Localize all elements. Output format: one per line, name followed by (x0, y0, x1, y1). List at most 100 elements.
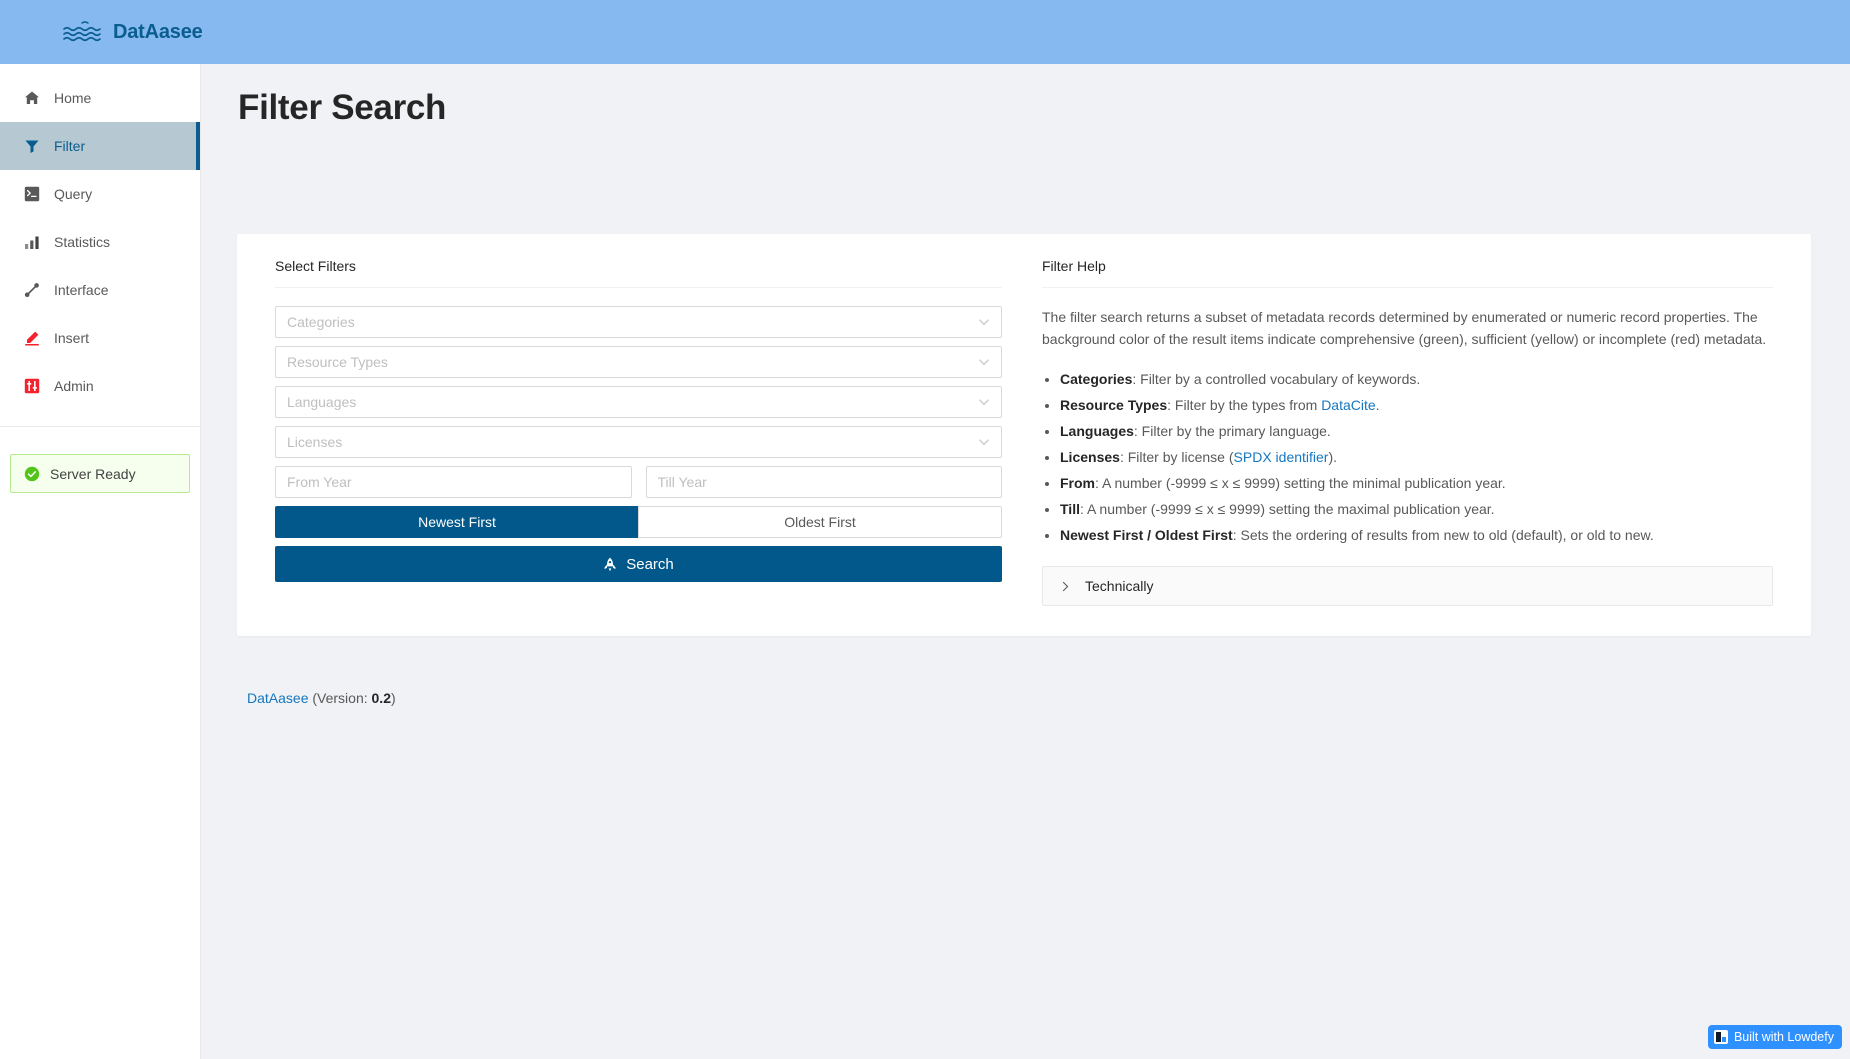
sort-order-segmented: Newest First Oldest First (275, 506, 1002, 538)
status-badge: Server Ready (10, 454, 190, 493)
sidebar-item-filter[interactable]: Filter (0, 122, 200, 170)
help-text: : Filter by the primary language. (1133, 423, 1331, 439)
page-title: Filter Search (238, 88, 447, 127)
technically-accordion-label: Technically (1085, 578, 1154, 594)
footer-version-suffix: ) (390, 690, 396, 706)
help-text: : Filter by license ( (1119, 449, 1234, 465)
categories-select[interactable]: Categories (275, 306, 1002, 338)
sidebar-item-label: Admin (54, 378, 94, 394)
help-text: : Filter by the types from (1167, 397, 1322, 413)
built-with-lowdefy-badge[interactable]: Built with Lowdefy (1707, 1025, 1842, 1049)
search-button[interactable]: Search (275, 546, 1002, 582)
chevron-down-icon (978, 396, 990, 408)
app-root: DatAasee Home Filter Query Statistics In… (0, 0, 1850, 1059)
list-item: Licenses: Filter by license (SPDX identi… (1060, 446, 1773, 468)
sidebar-item-statistics[interactable]: Statistics (0, 218, 200, 266)
waves-icon (63, 21, 101, 42)
main-content: Filter Search Select Filters Categories … (201, 64, 1850, 1059)
console-icon (23, 185, 41, 203)
help-term: Newest First / Oldest First (1060, 527, 1233, 543)
licenses-select-placeholder: Licenses (287, 434, 343, 450)
till-year-input[interactable] (645, 466, 1002, 498)
help-text-after: ). (1328, 449, 1338, 465)
newest-first-button[interactable]: Newest First (275, 506, 638, 538)
funnel-icon (23, 137, 41, 155)
sidebar-item-label: Insert (54, 330, 90, 346)
brand-name: DatAasee (113, 20, 203, 43)
panel-divider (275, 287, 1002, 288)
sidebar-item-query[interactable]: Query (0, 170, 200, 218)
from-year-input[interactable] (275, 466, 632, 498)
sliders-icon (23, 377, 41, 395)
sidebar-item-label: Query (54, 186, 93, 202)
sidebar-item-label: Interface (54, 282, 109, 298)
help-text: : A number (-9999 ≤ x ≤ 9999) setting th… (1095, 475, 1506, 491)
bar-chart-icon (23, 233, 41, 251)
help-term: Licenses (1060, 449, 1120, 465)
footer-version-prefix: (Version: (308, 690, 372, 706)
filter-help-list: Categories: Filter by a controlled vocab… (1042, 368, 1773, 546)
lowdefy-logo-icon (1713, 1030, 1728, 1044)
chevron-down-icon (978, 316, 990, 328)
check-circle-icon (24, 466, 40, 482)
app-header: DatAasee (0, 0, 1850, 64)
help-term: Languages (1060, 423, 1134, 439)
home-icon (23, 89, 41, 107)
api-icon (23, 281, 41, 299)
brand-logo[interactable]: DatAasee (62, 19, 203, 45)
list-item: Languages: Filter by the primary languag… (1060, 420, 1773, 442)
help-term: From (1060, 475, 1095, 491)
categories-select-placeholder: Categories (287, 314, 355, 330)
languages-select-placeholder: Languages (287, 394, 357, 410)
footer-brand-link[interactable]: DatAasee (247, 690, 308, 706)
search-button-label: Search (626, 555, 674, 573)
spdx-identifier-link[interactable]: SPDX identifier (1234, 449, 1329, 465)
year-range-row (275, 466, 1002, 498)
sidebar-item-interface[interactable]: Interface (0, 266, 200, 314)
resource-types-select-placeholder: Resource Types (287, 354, 388, 370)
licenses-select[interactable]: Licenses (275, 426, 1002, 458)
sidebar-item-label: Statistics (54, 234, 111, 250)
footer: DatAasee (Version: 0.2) (247, 690, 396, 706)
footer-version: 0.2 (371, 690, 391, 706)
chevron-down-icon (978, 436, 990, 448)
help-text-after: . (1375, 397, 1380, 413)
help-term: Categories (1060, 371, 1133, 387)
panel-divider (1042, 287, 1773, 288)
list-item: Categories: Filter by a controlled vocab… (1060, 368, 1773, 390)
filter-help-panel: Filter Help The filter search returns a … (1042, 258, 1773, 606)
sidebar-item-label: Filter (54, 138, 86, 154)
sidebar: Home Filter Query Statistics Interface I… (0, 64, 201, 1059)
resource-types-select[interactable]: Resource Types (275, 346, 1002, 378)
built-with-lowdefy-label: Built with Lowdefy (1733, 1030, 1834, 1044)
sidebar-item-admin[interactable]: Admin (0, 362, 200, 410)
select-filters-panel: Select Filters Categories Resource Types (275, 258, 1002, 606)
status-badge-label: Server Ready (50, 465, 136, 482)
sidebar-item-insert[interactable]: Insert (0, 314, 200, 362)
sidebar-item-label: Home (54, 90, 92, 106)
help-term: Resource Types (1060, 397, 1168, 413)
chevron-down-icon (978, 356, 990, 368)
filter-help-intro: The filter search returns a subset of me… (1042, 309, 1767, 347)
help-text: : Sets the ordering of results from new … (1232, 527, 1654, 543)
help-term: Till (1060, 501, 1080, 517)
sidebar-item-home[interactable]: Home (0, 74, 200, 122)
datacite-link[interactable]: DataCite (1321, 397, 1375, 413)
list-item: From: A number (-9999 ≤ x ≤ 9999) settin… (1060, 472, 1773, 494)
help-text: : A number (-9999 ≤ x ≤ 9999) setting th… (1079, 501, 1495, 517)
sidebar-nav: Home Filter Query Statistics Interface I… (0, 64, 200, 410)
technically-accordion[interactable]: Technically (1042, 566, 1773, 606)
chevron-right-icon (1060, 581, 1071, 592)
select-filters-title: Select Filters (275, 258, 356, 274)
list-item: Newest First / Oldest First: Sets the or… (1060, 524, 1773, 546)
filter-card: Select Filters Categories Resource Types (237, 234, 1811, 636)
help-text: : Filter by a controlled vocabulary of k… (1132, 371, 1421, 387)
sidebar-divider (0, 426, 200, 427)
languages-select[interactable]: Languages (275, 386, 1002, 418)
list-item: Resource Types: Filter by the types from… (1060, 394, 1773, 416)
list-item: Till: A number (-9999 ≤ x ≤ 9999) settin… (1060, 498, 1773, 520)
rocket-icon (603, 557, 617, 572)
oldest-first-button[interactable]: Oldest First (638, 506, 1002, 538)
pencil-icon (23, 329, 41, 347)
filter-help-title: Filter Help (1042, 258, 1106, 274)
